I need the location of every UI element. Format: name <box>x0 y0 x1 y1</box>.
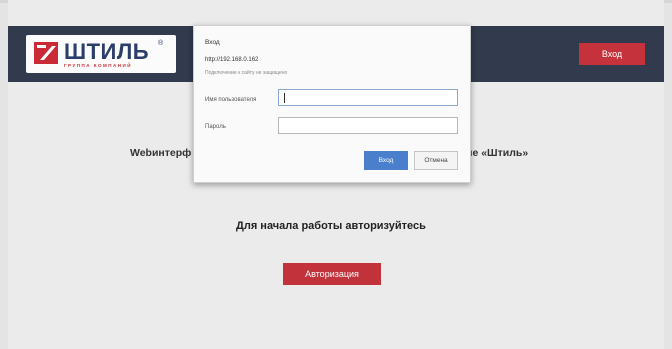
logo-subtitle: ГРУППА КОМПАНИЙ <box>64 63 132 68</box>
authorization-prompt: Для начала работы авторизуйтесь <box>236 220 426 232</box>
dialog-security-warning: Подключение к сайту не защищено <box>205 70 288 76</box>
password-label: Пароль <box>205 124 226 130</box>
dialog-title: Вход <box>205 39 220 46</box>
dialog-login-button[interactable]: Вход <box>364 151 408 170</box>
logo-wordmark: ШТИЛЬ <box>64 39 150 64</box>
dialog-url: http://192.168.0.162 <box>205 57 259 63</box>
password-input[interactable] <box>278 117 458 134</box>
username-input[interactable] <box>278 89 458 106</box>
logo-registered-mark: ® <box>158 40 164 47</box>
login-dialog: Вход http://192.168.0.162 Подключение к … <box>193 25 471 183</box>
dialog-cancel-button[interactable]: Отмена <box>414 151 458 170</box>
text-cursor <box>284 93 285 103</box>
username-label: Имя пользователя <box>205 97 257 103</box>
header-login-button[interactable]: Вход <box>579 43 645 65</box>
web-interface-title-left: Webинтерф <box>130 147 192 159</box>
authorize-button[interactable]: Авторизация <box>283 263 381 285</box>
logo-mark-icon <box>34 42 58 64</box>
brand-logo[interactable]: ШТИЛЬ ® ГРУППА КОМПАНИЙ <box>26 35 176 73</box>
web-interface-title-right: ие «Штиль» <box>466 147 529 159</box>
